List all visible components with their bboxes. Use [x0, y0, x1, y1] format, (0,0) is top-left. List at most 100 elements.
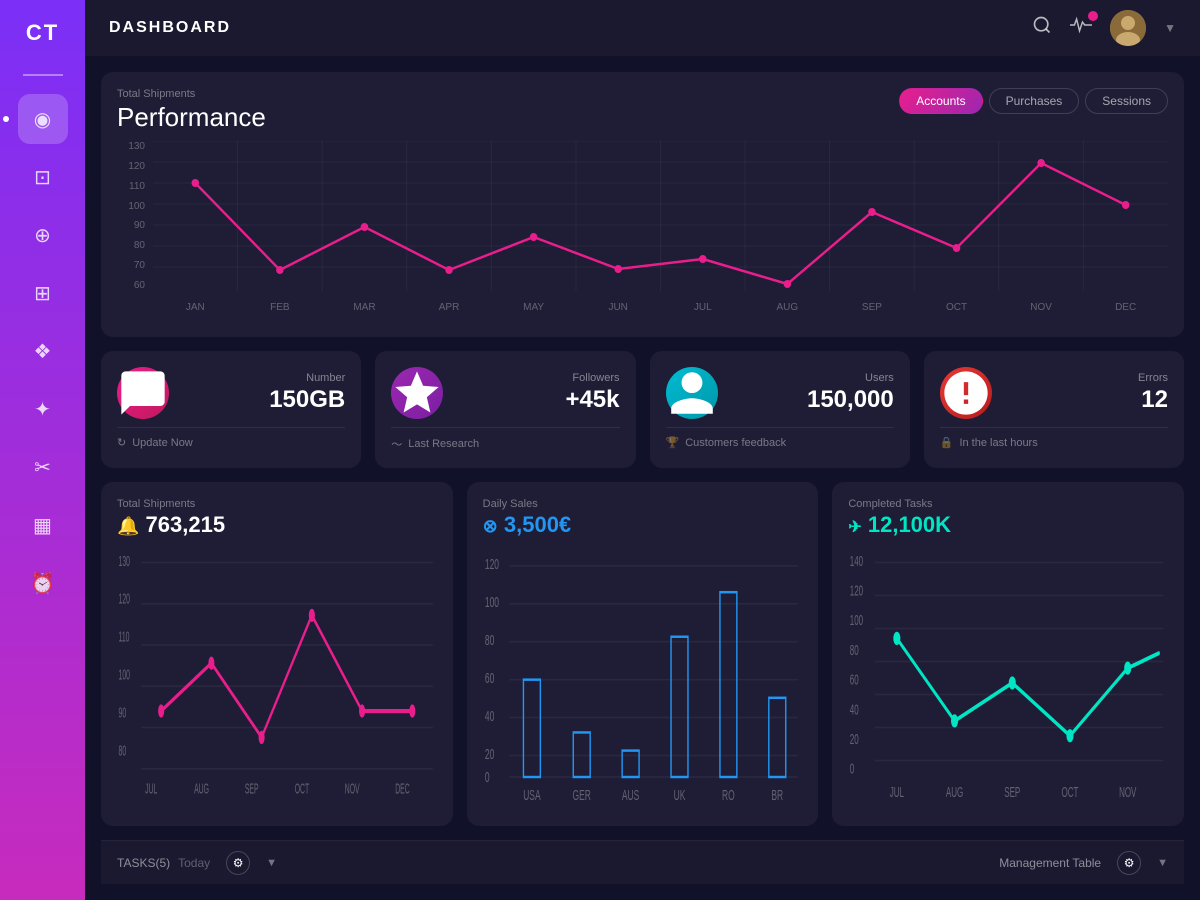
- tab-purchases[interactable]: Purchases: [989, 88, 1080, 114]
- management-gear-button[interactable]: ⚙: [1117, 851, 1141, 875]
- sales-value: ⊗ 3,500€: [483, 512, 803, 538]
- x-axis-labels: JAN FEB MAR APR MAY JUN JUL AUG SEP OCT …: [153, 293, 1168, 321]
- svg-text:130: 130: [119, 554, 130, 569]
- stat-card-followers: Followers +45k 〜 Last Research: [375, 351, 635, 468]
- bottom-row: Total Shipments 🔔 763,215 130 120 110 10…: [101, 482, 1184, 826]
- sidebar-item-chart[interactable]: ◉: [18, 94, 68, 144]
- svg-text:AUG: AUG: [946, 783, 963, 800]
- clipboard-icon: ⊞: [34, 281, 51, 306]
- performance-title-group: Total Shipments Performance: [117, 88, 266, 133]
- stat-card-errors: Errors 12 🔒 In the last hours: [924, 351, 1184, 468]
- sidebar-item-alarm[interactable]: ⏰: [18, 558, 68, 608]
- svg-text:NOV: NOV: [1119, 783, 1136, 800]
- svg-text:0: 0: [850, 760, 855, 777]
- svg-text:90: 90: [119, 706, 127, 721]
- management-chevron[interactable]: ▼: [1157, 857, 1168, 869]
- stats-row: Number 150GB ↻ Update Now: [101, 351, 1184, 468]
- svg-text:120: 120: [119, 592, 130, 607]
- sales-icon: ⊗: [483, 516, 498, 536]
- avatar-chevron: ▼: [1164, 21, 1176, 35]
- network-icon: ⊕: [34, 223, 51, 248]
- stat-card-users: Users 150,000 🏆 Customers feedback: [650, 351, 910, 468]
- content-area: Total Shipments Performance Accounts Pur…: [85, 56, 1200, 900]
- svg-text:DEC: DEC: [395, 782, 409, 797]
- stat-label-number: Number: [183, 372, 345, 384]
- svg-text:100: 100: [485, 594, 499, 611]
- stat-card-number: Number 150GB ↻ Update Now: [101, 351, 361, 468]
- star-icon: ✦: [34, 397, 51, 422]
- sales-chart: 120 100 80 60 40 20 0: [483, 546, 803, 810]
- svg-text:USA: USA: [523, 787, 541, 804]
- stat-action-number: ↻ Update Now: [117, 436, 345, 449]
- main-content: DASHBOARD ▼: [85, 0, 1200, 900]
- sidebar-item-star[interactable]: ✦: [18, 384, 68, 434]
- svg-text:140: 140: [850, 552, 864, 569]
- stat-icon-users: [666, 367, 718, 419]
- chart-icon: ◉: [34, 107, 51, 132]
- svg-text:NOV: NOV: [345, 782, 360, 797]
- tasks-gear-button[interactable]: ⚙: [226, 851, 250, 875]
- svg-text:40: 40: [485, 707, 495, 724]
- sidebar-divider: [23, 74, 63, 76]
- tasks-date: Today: [178, 856, 210, 870]
- stat-label-users: Users: [732, 372, 894, 384]
- performance-subtitle: Total Shipments: [117, 88, 266, 100]
- stat-value-number: 150GB: [183, 386, 345, 414]
- sidebar-item-clipboard[interactable]: ⊞: [18, 268, 68, 318]
- performance-tabs: Accounts Purchases Sessions: [899, 88, 1168, 114]
- page-title: DASHBOARD: [109, 19, 1016, 37]
- tasks-value: ✈ 12,100K: [848, 512, 1168, 538]
- svg-text:100: 100: [850, 612, 864, 629]
- stat-icon-followers: [391, 367, 443, 419]
- shipments-chart: 130 120 110 100 90 80: [117, 546, 437, 810]
- tools-icon: ✂: [34, 455, 51, 480]
- lock-icon: 🔒: [940, 436, 954, 449]
- stat-value-users: 150,000: [732, 386, 894, 414]
- svg-text:SEP: SEP: [1005, 783, 1021, 800]
- tab-accounts[interactable]: Accounts: [899, 88, 982, 114]
- sidebar-logo: CT: [26, 20, 59, 46]
- stat-top-number: Number 150GB: [117, 367, 345, 419]
- svg-text:80: 80: [850, 641, 859, 658]
- performance-card: Total Shipments Performance Accounts Pur…: [101, 72, 1184, 337]
- footer-tasks: TASKS(5) Today: [117, 856, 210, 870]
- tasks-icon: ✈: [848, 519, 861, 536]
- pulse-badge: [1088, 11, 1098, 21]
- tasks-label: TASKS(5): [117, 856, 170, 870]
- svg-text:80: 80: [485, 631, 495, 648]
- tasks-chevron[interactable]: ▼: [266, 857, 277, 869]
- stat-value-errors: 12: [1006, 386, 1168, 414]
- stat-label-errors: Errors: [1006, 372, 1168, 384]
- tab-sessions[interactable]: Sessions: [1085, 88, 1168, 114]
- bell-icon: 🔔: [117, 516, 139, 536]
- sidebar-item-person[interactable]: ⊡: [18, 152, 68, 202]
- pulse-button[interactable]: [1070, 15, 1092, 41]
- svg-text:RO: RO: [722, 787, 735, 804]
- sidebar: CT ◉ ⊡ ⊕ ⊞ ❖ ✦ ✂ ▦ ⏰: [0, 0, 85, 900]
- svg-text:AUS: AUS: [622, 787, 639, 804]
- stat-action-followers: 〜 Last Research: [391, 436, 619, 452]
- sidebar-item-network[interactable]: ⊕: [18, 210, 68, 260]
- svg-text:20: 20: [850, 730, 859, 747]
- footer: TASKS(5) Today ⚙ ▼ Management Table ⚙ ▼: [101, 840, 1184, 884]
- svg-text:20: 20: [485, 745, 495, 762]
- management-label: Management Table: [999, 856, 1101, 870]
- sidebar-item-tools[interactable]: ✂: [18, 442, 68, 492]
- person-icon: ⊡: [34, 165, 51, 190]
- stat-action-errors: 🔒 In the last hours: [940, 436, 1168, 449]
- sidebar-item-puzzle[interactable]: ❖: [18, 326, 68, 376]
- feedback-icon: 🏆: [666, 436, 680, 449]
- search-button[interactable]: [1032, 15, 1052, 41]
- stat-label-followers: Followers: [457, 372, 619, 384]
- stat-action-users: 🏆 Customers feedback: [666, 436, 894, 449]
- stat-icon-errors: [940, 367, 992, 419]
- y-axis-labels: 130 120 110 100 90 80 70 60: [117, 141, 145, 291]
- avatar[interactable]: [1110, 10, 1146, 46]
- sidebar-item-bars[interactable]: ▦: [18, 500, 68, 550]
- shipments-card: Total Shipments 🔔 763,215 130 120 110 10…: [101, 482, 453, 826]
- svg-text:OCT: OCT: [295, 782, 309, 797]
- svg-text:120: 120: [485, 556, 499, 573]
- svg-text:60: 60: [485, 669, 495, 686]
- svg-text:GER: GER: [572, 787, 591, 804]
- svg-text:JUL: JUL: [145, 782, 158, 797]
